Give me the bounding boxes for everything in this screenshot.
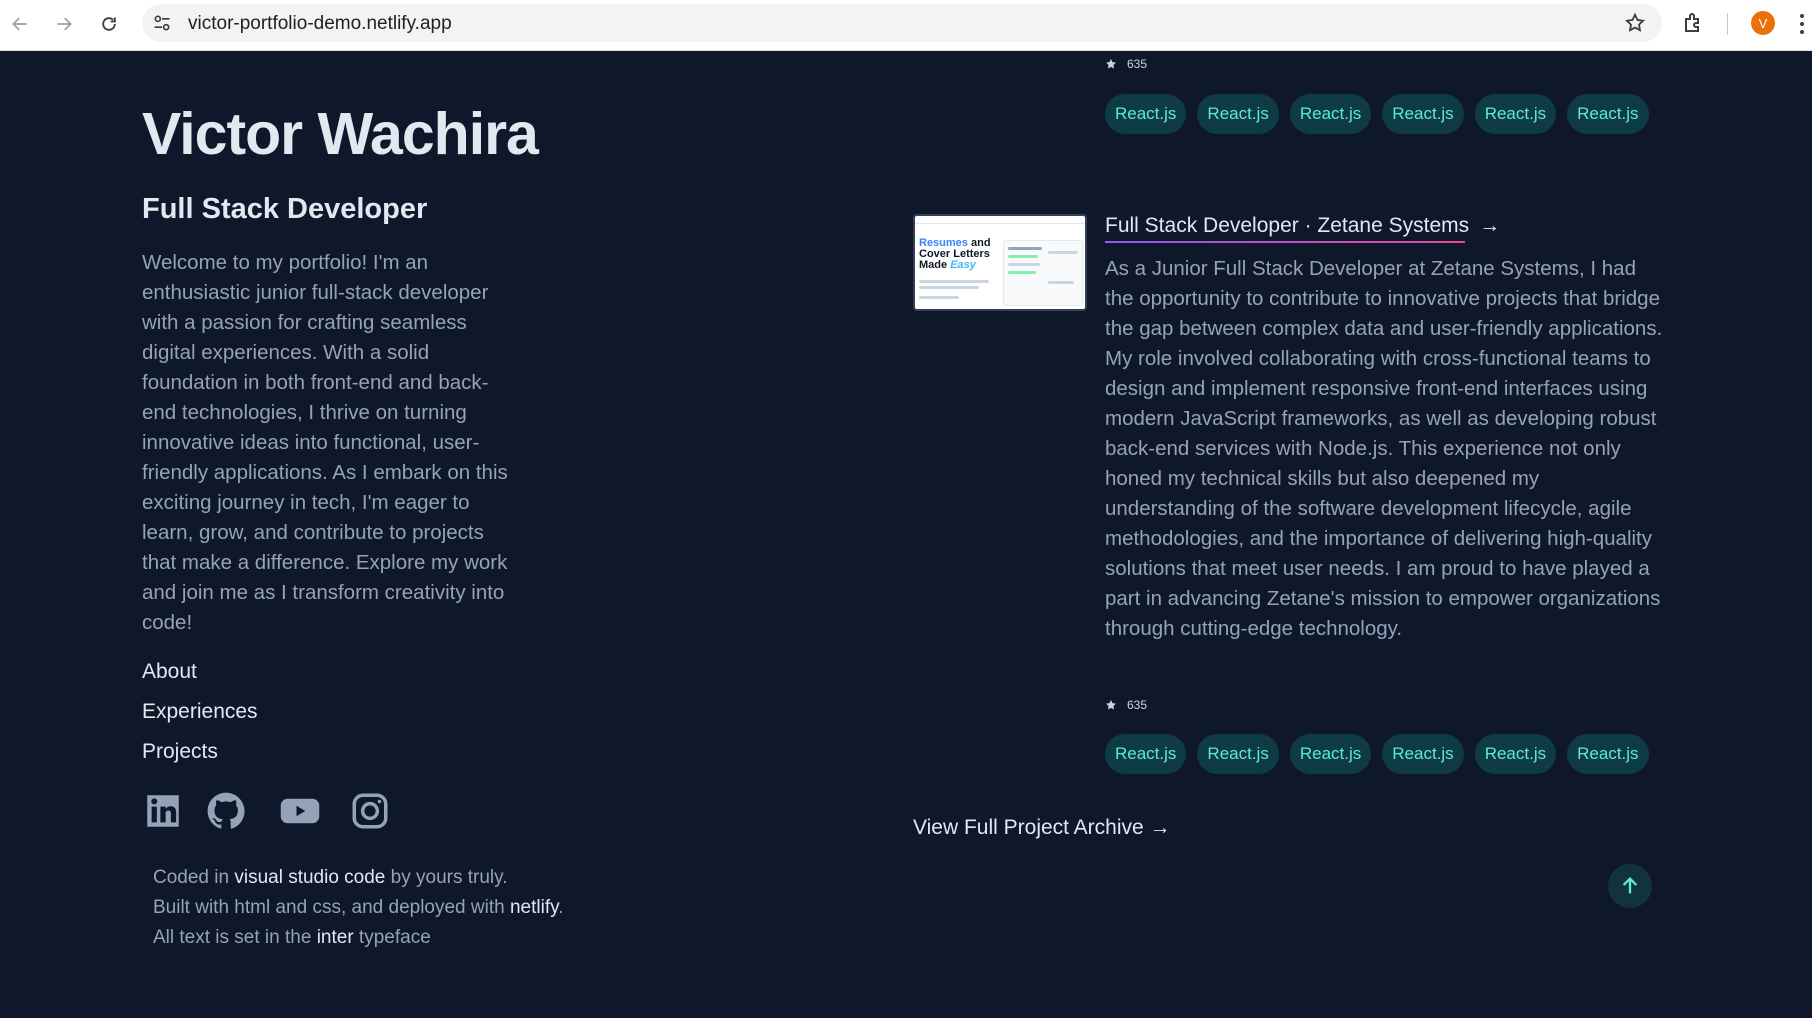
tech-tag: React.js [1197,734,1279,774]
url-text[interactable]: victor-portfolio-demo.netlify.app [188,13,452,35]
tech-tag: React.js [1567,94,1649,134]
tech-tag: React.js [1105,94,1187,134]
profile-avatar[interactable]: V [1751,11,1775,35]
back-arrow-icon[interactable] [6,10,34,38]
star-icon [1106,700,1116,710]
forward-arrow-icon[interactable] [50,10,78,38]
thumbnail-panel [1003,240,1083,306]
tech-tag: React.js [1474,94,1557,134]
star-icon [1106,59,1116,69]
linkedin-icon[interactable] [142,790,184,832]
footer-text: Built with html and css, and deployed wi… [153,897,510,918]
role-subtitle: Full Stack Developer [142,193,428,225]
thumbnail-text-line [919,280,989,283]
tech-tag: React.js [1567,734,1649,774]
experience-description: As a Junior Full Stack Developer at Zeta… [1105,257,1663,640]
thumbnail-text-line [1048,281,1074,284]
bookmark-star-icon[interactable] [1624,12,1646,34]
thumbnail-text-line [1008,247,1042,250]
experience-title[interactable]: Full Stack Developer · Zetane Systems [1105,214,1469,237]
kebab-menu-icon[interactable] [1796,10,1808,38]
tech-tag: React.js [1105,734,1187,774]
reload-icon[interactable] [95,10,123,38]
instagram-icon[interactable] [349,790,391,832]
footer-text: . [558,897,564,918]
footer-line-3: All text is set in the inter typeface [153,927,431,949]
star-count: 635 [1105,57,1147,71]
thumbnail-word: Made [919,259,951,271]
thumbnail-text-line [919,286,979,289]
thumbnail-text-line [1008,255,1038,258]
tech-tag: React.js [1289,94,1372,134]
arrow-right-icon: → [1479,214,1501,237]
footer-line-2: Built with html and css, and deployed wi… [153,897,563,919]
address-bar[interactable]: victor-portfolio-demo.netlify.app [142,4,1662,42]
footer-text: Coded in [153,867,235,888]
tag-list: React.js React.js React.js React.js Reac… [1105,94,1649,134]
thumbnail-text-line [1008,271,1036,274]
star-count-value: 635 [1127,57,1148,71]
footer-link-vscode[interactable]: visual studio code [234,867,385,888]
footer-text: typeface [353,927,431,948]
view-archive-link[interactable]: View Full Project Archive → [913,816,1171,840]
project-thumbnail[interactable]: Resumes and Cover Letters Made Easy [913,214,1087,311]
title-underline [1105,241,1465,243]
footer-link-netlify[interactable]: netlify [510,897,558,918]
tag-list: React.js React.js React.js React.js Reac… [1105,734,1649,774]
thumbnail-topbar [915,216,1085,224]
arrow-up-icon [1622,877,1638,894]
tech-tag: React.js [1289,734,1372,774]
tech-tag: React.js [1474,734,1557,774]
scroll-to-top-button[interactable] [1608,864,1652,908]
thumbnail-text-line [1048,251,1078,254]
thumbnail-word: Easy [950,259,976,271]
star-count: 635 [1105,698,1147,712]
github-icon[interactable] [205,790,247,832]
thumbnail-headline: Resumes and Cover Letters Made Easy [919,238,991,271]
footer-text: by yours truly. [385,867,508,888]
footer-line-1: Coded in visual studio code by yours tru… [153,867,508,889]
extensions-icon[interactable] [1682,11,1706,35]
toolbar-divider [1727,13,1728,35]
tech-tag: React.js [1382,734,1464,774]
footer-text: All text is set in the [153,927,317,948]
nav-link-experiences[interactable]: Experiences [142,700,258,724]
nav-link-projects[interactable]: Projects [142,740,218,764]
thumbnail-text-line [919,296,959,299]
tech-tag: React.js [1382,94,1464,134]
star-count-value: 635 [1127,698,1148,712]
nav-link-about[interactable]: About [142,660,197,684]
intro-paragraph: Welcome to my portfolio! I'm an enthusia… [142,251,508,634]
experience-title-link[interactable]: Full Stack Developer · Zetane Systems → [1105,214,1501,243]
footer-link-inter[interactable]: inter [317,927,354,948]
site-info-icon[interactable] [152,13,172,33]
youtube-icon[interactable] [277,790,323,832]
thumbnail-text-line [1008,263,1040,266]
tech-tag: React.js [1197,94,1279,134]
page-title: Victor Wachira [142,101,539,167]
browser-toolbar: victor-portfolio-demo.netlify.app V [0,0,1812,51]
